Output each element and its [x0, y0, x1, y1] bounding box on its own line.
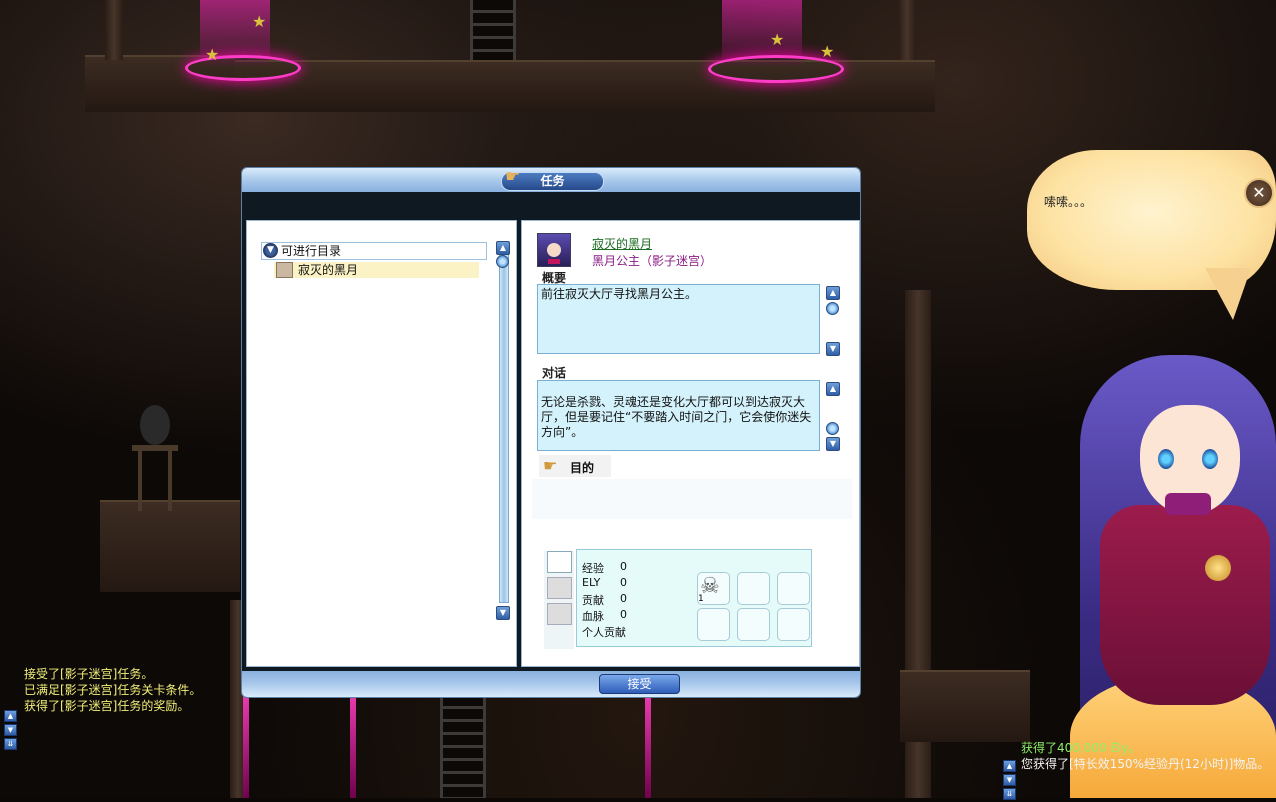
quest-window-footer: 接受 — [242, 671, 860, 697]
reward-item-slot[interactable] — [737, 572, 770, 605]
close-icon[interactable]: ✕ — [1244, 178, 1274, 208]
chat-scroll-down-button[interactable]: ▼ — [4, 724, 17, 736]
star-icon: ★ — [820, 42, 835, 61]
pointing-hand-icon: ☛ — [543, 456, 558, 475]
quest-name: 寂灭的黑月 — [592, 237, 653, 251]
chat-scroll-controls-left: ▲ ▼ ⇊ — [4, 710, 17, 752]
reward-box: 经验 0 ELY 0 贡献 0 血脉 0 个人贡献 ☠ 1 — [576, 549, 812, 647]
scroll-up-button[interactable]: ▲ — [496, 241, 510, 255]
reward-row: 贡献 0 — [582, 592, 627, 608]
chat-scroll-controls-right: ▲ ▼ ⇊ — [1003, 760, 1016, 802]
reward-row: 血脉 0 — [582, 608, 627, 624]
quest-window-titlebar[interactable]: 任务 ☛ — [242, 168, 860, 192]
reward-tabs — [544, 551, 574, 649]
reward-tab-3[interactable] — [547, 603, 572, 625]
reward-value: 0 — [620, 576, 627, 589]
pillar-right — [898, 0, 916, 60]
reward-value: 0 — [620, 608, 627, 621]
collapse-icon[interactable]: ▼ — [263, 243, 278, 258]
scroll-down-button[interactable]: ▼ — [496, 606, 510, 620]
npc-name: 黑月公主（影子迷宫） — [592, 254, 713, 268]
list-item-label: 寂灭的黑月 — [298, 263, 359, 277]
coin-icon — [1205, 555, 1231, 581]
reward-label: 经验 — [582, 562, 604, 575]
chat-line: 获得了400,000 Ely。 — [1021, 741, 1141, 755]
reward-label: 血脉 — [582, 610, 604, 623]
npc-character[interactable] — [1040, 355, 1276, 798]
dialogue-text: 无论是杀戮、灵魂还是变化大厅都可以到达寂灭大厅，但是要记住“不要踏入时间之门，它… — [537, 380, 820, 451]
chat-scroll-bottom-button[interactable]: ⇊ — [4, 738, 17, 750]
chat-line: 已满足[影子迷宫]任务关卡条件。 — [24, 683, 202, 697]
list-item[interactable]: 寂灭的黑月 — [274, 262, 479, 278]
chat-line: 接受了[影子迷宫]任务。 — [24, 667, 154, 681]
star-icon: ★ — [770, 30, 785, 49]
quest-detail-panel: 寂灭的黑月 黑月公主（影子迷宫） 概要 前往寂灭大厅寻找黑月公主。 ▲ ▼ 对话… — [521, 220, 860, 667]
reward-label: ELY — [582, 576, 601, 589]
speech-bubble-tail — [1205, 268, 1251, 320]
pointing-hand-icon: ☛ — [505, 167, 521, 187]
quest-list-panel: ▼ 可进行目录 寂灭的黑月 ▲ ▼ — [246, 220, 517, 667]
pillar-left — [105, 0, 123, 60]
star-icon: ★ — [205, 45, 220, 64]
npc-portrait — [537, 233, 571, 267]
portal-beam-bottom-left — [243, 696, 249, 798]
summary-text: 前往寂灭大厅寻找黑月公主。 — [537, 284, 820, 354]
accept-button[interactable]: 接受 — [599, 674, 680, 694]
reward-item-slot[interactable] — [777, 608, 810, 641]
reward-row: 个人贡献 — [582, 624, 626, 640]
summary-scroll-thumb[interactable] — [826, 302, 839, 315]
reward-item-slot[interactable] — [777, 572, 810, 605]
system-chat-log: 接受了[影子迷宫]任务。 已满足[影子迷宫]任务关卡条件。 获得了[影子迷宫]任… — [24, 666, 201, 714]
chat-line: 获得了[影子迷宫]任务的奖励。 — [24, 699, 190, 713]
reward-item-slot[interactable] — [697, 608, 730, 641]
dialogue-scroll-down-button[interactable]: ▼ — [826, 437, 840, 451]
reward-row: ELY 0 — [582, 576, 627, 589]
goal-header: ☛ 目的 — [539, 455, 611, 477]
reward-row: 经验 0 — [582, 560, 627, 576]
dialogue-scroll-up-button[interactable]: ▲ — [826, 382, 840, 396]
reward-item-slot[interactable] — [737, 608, 770, 641]
portal-ring-left — [185, 55, 301, 81]
gain-chat-log: 获得了400,000 Ely。 您获得了[特长效150%经验丹(12小时)]物品… — [1021, 740, 1269, 772]
scroll-thumb[interactable] — [496, 255, 509, 268]
reward-value: 0 — [620, 592, 627, 605]
dialogue-label: 对话 — [542, 366, 567, 380]
summary-scroll-down-button[interactable]: ▼ — [826, 342, 840, 356]
reward-tab-chest[interactable] — [547, 551, 572, 573]
reward-label: 个人贡献 — [582, 626, 626, 639]
chat-scroll-up-button[interactable]: ▲ — [4, 710, 17, 722]
goal-label: 目的 — [570, 461, 595, 475]
portal-beam-bottom-mid — [350, 696, 356, 798]
quest-scroll-icon — [276, 262, 293, 278]
pedestal — [130, 405, 180, 515]
reward-item-slot[interactable]: ☠ 1 — [697, 572, 730, 605]
quest-list-scrollbar[interactable] — [499, 245, 509, 603]
dialogue-scroll-thumb[interactable] — [826, 422, 839, 435]
reward-tab-2[interactable] — [547, 577, 572, 599]
quest-list-header-label: 可进行目录 — [281, 244, 342, 258]
item-quantity: 1 — [698, 594, 704, 604]
star-icon: ★ — [252, 12, 267, 31]
summary-scroll-up-button[interactable]: ▲ — [826, 286, 840, 300]
chat-line: 您获得了[特长效150%经验丹(12小时)]物品。 — [1021, 757, 1270, 771]
portal-beam-bottom-right — [645, 696, 651, 798]
chat-scroll-bottom-button[interactable]: ⇊ — [1003, 788, 1016, 800]
lower-floor-right — [900, 670, 1030, 742]
quest-list-header[interactable]: ▼ 可进行目录 — [261, 242, 487, 260]
ladder-top — [470, 0, 516, 60]
reward-label: 贡献 — [582, 594, 604, 607]
npc-speech-text: 嗦嗦。。。 — [1044, 195, 1093, 209]
quest-window: 任务 ☛ ▼ 可进行目录 寂灭的黑月 ▲ ▼ 寂灭的黑月 黑月公主（影子迷宫） … — [241, 167, 861, 698]
chat-scroll-up-button[interactable]: ▲ — [1003, 760, 1016, 772]
chat-scroll-down-button[interactable]: ▼ — [1003, 774, 1016, 786]
reward-value: 0 — [620, 560, 627, 573]
ladder-bottom — [440, 696, 486, 798]
goal-area — [532, 479, 852, 519]
